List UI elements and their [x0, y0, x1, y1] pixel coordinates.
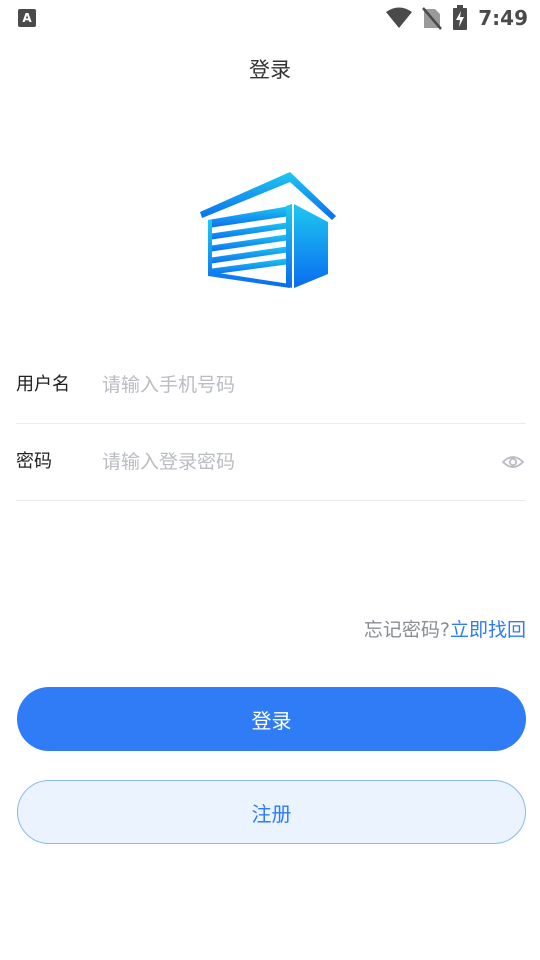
recover-password-link[interactable]: 立即找回	[450, 619, 526, 641]
status-bar: A 7:49	[0, 0, 540, 36]
warehouse-logo-icon	[200, 172, 336, 288]
password-label: 密码	[16, 451, 52, 472]
show-password-eye-icon[interactable]	[502, 450, 524, 474]
forgot-password: 忘记密码?立即找回	[364, 616, 526, 644]
username-label: 用户名	[16, 374, 70, 395]
status-indicators: 7:49	[386, 4, 528, 32]
accessibility-notification-icon: A	[18, 9, 36, 27]
battery-charging-icon	[453, 5, 468, 30]
forgot-password-prompt: 忘记密码?	[363, 619, 450, 641]
login-button[interactable]: 登录	[17, 687, 526, 751]
password-input[interactable]	[102, 446, 482, 478]
username-input[interactable]	[102, 369, 482, 401]
password-row: 密码	[16, 424, 526, 501]
register-button[interactable]: 注册	[17, 780, 526, 844]
page-title: 登录	[249, 58, 291, 82]
wifi-icon	[386, 7, 413, 28]
status-time: 7:49	[478, 6, 528, 30]
username-row: 用户名	[16, 347, 526, 424]
no-sim-icon	[422, 7, 443, 30]
